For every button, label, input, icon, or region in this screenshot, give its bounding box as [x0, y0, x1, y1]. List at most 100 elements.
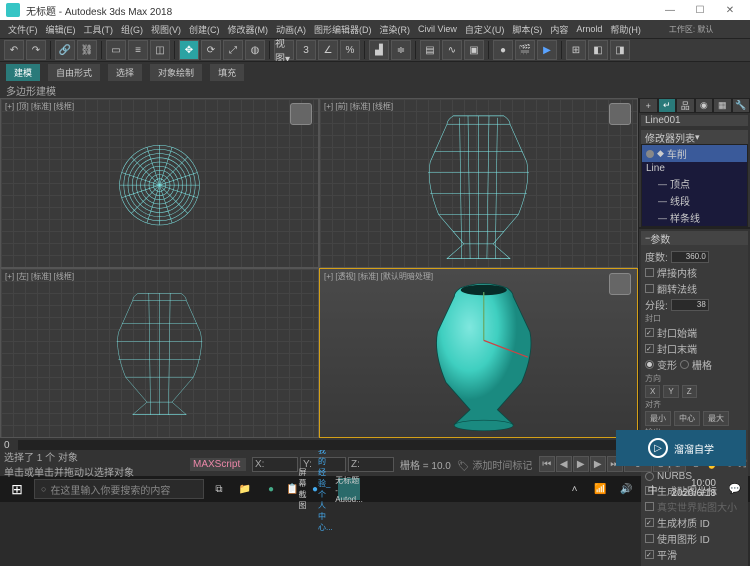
menu-item[interactable]: 修改器(M) [224, 23, 273, 36]
menu-item[interactable]: 图形编辑器(D) [310, 23, 376, 36]
modifier-list-dropdown[interactable]: 修改器列表 ▾ [641, 130, 748, 144]
menu-item[interactable]: 创建(C) [185, 23, 224, 36]
taskbar-clock[interactable]: 10:002020/6/18 [668, 479, 721, 499]
align-button[interactable]: ≑ [391, 40, 411, 60]
panel-tab-modify[interactable]: ↵ [658, 98, 677, 113]
material-editor-button[interactable]: ● [493, 40, 513, 60]
menu-item[interactable]: Civil View [414, 24, 461, 34]
select-button[interactable]: ▭ [106, 40, 126, 60]
render-button[interactable]: ▶ [537, 40, 557, 60]
menu-item[interactable]: 视图(V) [147, 23, 185, 36]
taskbar-app[interactable]: ● [260, 478, 282, 500]
viewcube-icon[interactable] [609, 103, 631, 125]
tray-volume-icon[interactable]: 🔊 [616, 478, 638, 500]
panel-tab-utilities[interactable]: 🔧 [732, 98, 750, 113]
notifications-icon[interactable]: 💬 [724, 478, 746, 500]
menu-item[interactable]: 动画(A) [272, 23, 310, 36]
cap-start-checkbox[interactable] [645, 328, 654, 337]
next-frame-button[interactable]: ▶ [590, 456, 606, 472]
redo-button[interactable]: ↷ [26, 40, 46, 60]
object-name-field[interactable]: Line001 [641, 115, 748, 126]
viewport-label[interactable]: [+] [前] [标准] [线框] [324, 101, 393, 112]
taskbar-search[interactable]: ○ 在这里输入你要搜索的内容 [34, 479, 204, 499]
toolbar-extra-icon[interactable]: ◧ [588, 40, 608, 60]
tab-freeform[interactable]: 自由形式 [48, 64, 100, 81]
configure-sets-button[interactable] [728, 227, 750, 229]
viewport-perspective[interactable]: [+] [透视] [标准] [默认明暗处理] [319, 268, 638, 438]
placement-button[interactable]: ◍ [245, 40, 265, 60]
grid-radio[interactable] [680, 360, 689, 369]
flip-checkbox[interactable] [645, 284, 654, 293]
select-name-button[interactable]: ≡ [128, 40, 148, 60]
explorer-icon[interactable]: 📁 [234, 478, 256, 500]
menu-item[interactable]: 工具(T) [80, 23, 118, 36]
cap-end-checkbox[interactable] [645, 344, 654, 353]
make-unique-button[interactable] [683, 227, 705, 229]
unlink-button[interactable]: ⛓ [77, 40, 97, 60]
menu-item[interactable]: 脚本(S) [508, 23, 546, 36]
menu-item[interactable]: 帮助(H) [606, 23, 645, 36]
undo-button[interactable]: ↶ [4, 40, 24, 60]
align-center-button[interactable]: 中心 [674, 411, 700, 426]
tab-modeling[interactable]: 建模 [6, 64, 40, 81]
percent-snap-toggle[interactable]: % [340, 40, 360, 60]
taskbar-app[interactable]: ● 我的经验_个人中心... [312, 478, 334, 500]
modifier-stack[interactable]: ◆ 车削 Line — 顶点 — 线段 — 样条线 [641, 144, 748, 227]
rotate-button[interactable]: ⟳ [201, 40, 221, 60]
degrees-spinner[interactable]: 360.0 [671, 251, 709, 263]
taskbar-app[interactable]: 无标题 - Autod... [338, 478, 360, 500]
align-min-button[interactable]: 最小 [645, 411, 671, 426]
workspace-label[interactable]: 工作区: 默认 [665, 24, 717, 35]
maxscript-button[interactable]: MAXScript [190, 458, 246, 471]
tab-populate[interactable]: 填充 [210, 64, 244, 81]
eye-icon[interactable] [646, 150, 654, 158]
link-button[interactable]: 🔗 [55, 40, 75, 60]
menu-item[interactable]: 文件(F) [4, 23, 42, 36]
snap-toggle[interactable]: 3 [296, 40, 316, 60]
viewport-label[interactable]: [+] [透视] [标准] [默认明暗处理] [324, 271, 433, 282]
taskbar-app[interactable]: 📋 屏幕截图 [286, 478, 308, 500]
rollout-header[interactable]: − 参数 [641, 231, 748, 245]
viewport-left[interactable]: [+] [左] [标准] [线框] [0, 268, 319, 438]
mirror-button[interactable]: ▟ [369, 40, 389, 60]
dir-z-button[interactable]: Z [682, 385, 697, 398]
menu-item[interactable]: 渲染(R) [376, 23, 415, 36]
remove-modifier-button[interactable] [706, 227, 728, 229]
smooth-checkbox[interactable] [645, 550, 654, 559]
coord-z[interactable]: Z: [348, 457, 394, 472]
use-ids-checkbox[interactable] [645, 534, 654, 543]
ref-coord-button[interactable]: 视图▾ [274, 40, 294, 60]
tab-selection[interactable]: 选择 [108, 64, 142, 81]
tray-up-icon[interactable]: ˄ [564, 478, 586, 500]
dir-x-button[interactable]: X [645, 385, 660, 398]
move-button[interactable]: ✥ [179, 40, 199, 60]
layer-explorer-button[interactable]: ▤ [420, 40, 440, 60]
panel-tab-motion[interactable]: ◉ [695, 98, 714, 113]
play-button[interactable]: ▶ [573, 456, 589, 472]
viewcube-icon[interactable] [609, 273, 631, 295]
panel-tab-hierarchy[interactable]: 品 [676, 98, 695, 113]
menu-item[interactable]: 编辑(E) [42, 23, 80, 36]
prev-frame-button[interactable]: ◀ [556, 456, 572, 472]
render-setup-button[interactable]: 🎬 [515, 40, 535, 60]
maximize-button[interactable]: ☐ [686, 1, 714, 19]
viewport-label[interactable]: [+] [左] [标准] [线框] [5, 271, 74, 282]
segments-spinner[interactable]: 38 [671, 299, 709, 311]
goto-start-button[interactable]: ⏮ [539, 456, 555, 472]
panel-tab-display[interactable]: ▦ [713, 98, 732, 113]
menu-item[interactable]: 自定义(U) [461, 23, 509, 36]
pin-stack-button[interactable] [639, 227, 661, 229]
align-max-button[interactable]: 最大 [703, 411, 729, 426]
schematic-button[interactable]: ▣ [464, 40, 484, 60]
show-end-result-button[interactable] [661, 227, 683, 229]
curve-editor-button[interactable]: ∿ [442, 40, 462, 60]
tray-ime-icon[interactable]: 中 [642, 478, 664, 500]
panel-tab-create[interactable]: + [639, 98, 658, 113]
close-button[interactable]: ✕ [716, 1, 744, 19]
gen-ids-checkbox[interactable] [645, 518, 654, 527]
angle-snap-toggle[interactable]: ∠ [318, 40, 338, 60]
weld-checkbox[interactable] [645, 268, 654, 277]
toolbar-extra-icon[interactable]: ◨ [610, 40, 630, 60]
viewport-top[interactable]: [+] [顶] [标准] [线框] [0, 98, 319, 268]
menu-item[interactable]: 组(G) [117, 23, 147, 36]
